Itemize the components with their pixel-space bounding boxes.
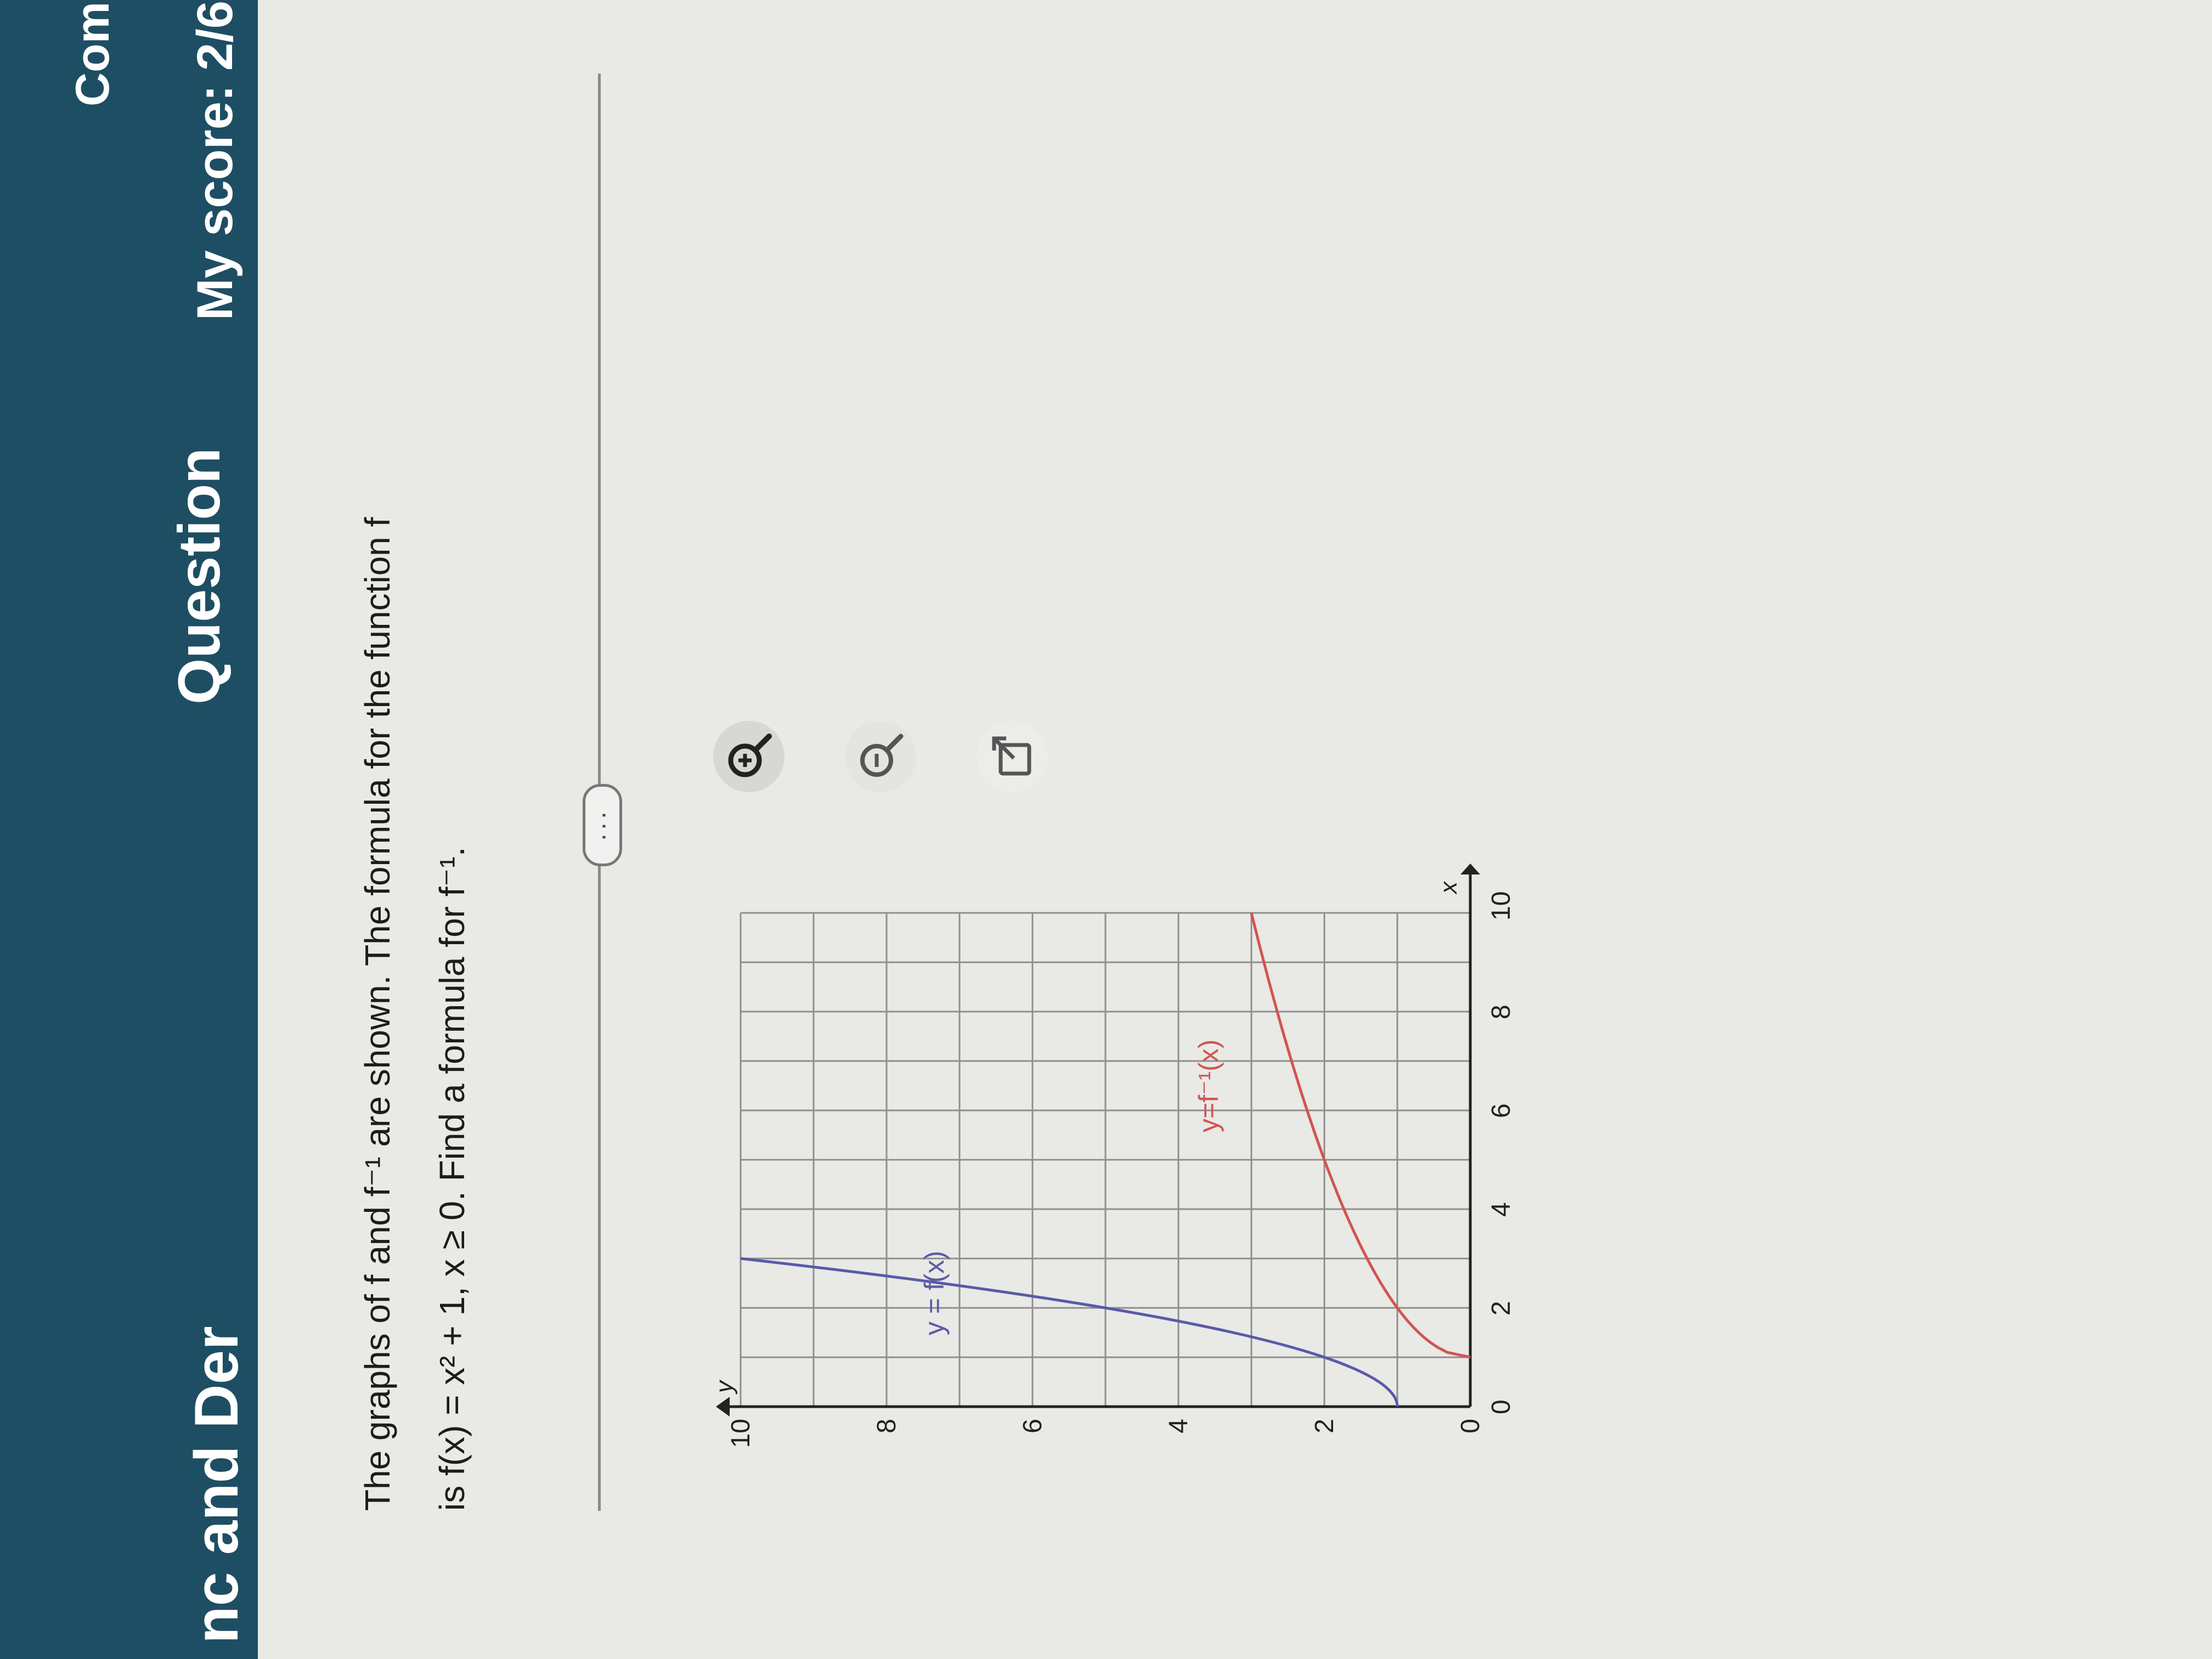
question-label: Question (166, 447, 232, 704)
y-tick-label: 8 (872, 1419, 901, 1434)
zoom-out-icon (860, 733, 904, 777)
score-label: My score: 2/6 (187, 1, 243, 320)
question-line-2: is f(x) = x² + 1, x ≥ 0. Find a formula … (432, 847, 472, 1511)
y-tick-label: 2 (1310, 1419, 1339, 1434)
y-tick-label: 6 (1018, 1419, 1047, 1434)
f-inverse-curve (1250, 912, 1471, 1359)
x-tick-label: 0 (1487, 1400, 1516, 1414)
y-tick-labels: 0 2 4 6 8 10 (726, 1419, 1485, 1448)
comp-label: Com (66, 1, 119, 106)
header-bar: nc and Der Question Com My score: 2/6 (0, 0, 258, 1659)
x-tick-label: 4 (1487, 1202, 1516, 1217)
f-curve-label: y = f(x) (919, 1251, 950, 1335)
f-curve (740, 1257, 1399, 1407)
x-tick-label: 2 (1487, 1301, 1516, 1316)
x-tick-label: 10 (1487, 891, 1516, 921)
zoom-in-button[interactable] (713, 721, 785, 792)
y-tick-label: 0 (1456, 1419, 1485, 1434)
f-inverse-curve-label: y=f⁻¹(x) (1193, 1040, 1224, 1132)
x-tick-label: 6 (1487, 1103, 1516, 1118)
y-axis-label: y (713, 1379, 738, 1395)
x-axis-label: x (1435, 881, 1462, 895)
y-tick-label: 10 (726, 1419, 755, 1448)
popout-button[interactable] (977, 721, 1048, 792)
zoom-out-button[interactable] (845, 721, 916, 792)
grid (740, 912, 1471, 1408)
more-button[interactable]: ··· (583, 784, 622, 866)
x-tick-labels: 0 2 4 6 8 10 (1487, 891, 1516, 1414)
zoom-in-icon (728, 733, 772, 777)
x-axis-arrow (1460, 864, 1480, 874)
axes (716, 864, 1480, 1417)
y-axis-arrow (716, 1397, 730, 1417)
function-graph: 0 2 4 6 8 10 0 2 4 6 8 10 x y y = f(x) y=f⁻¹(x) (713, 864, 1516, 1448)
question-line-1: The graphs of f and f⁻¹ are shown. The f… (358, 517, 397, 1511)
assignment-title: nc and Der (182, 1326, 251, 1644)
popout-icon (992, 736, 1031, 776)
y-tick-label: 4 (1164, 1419, 1193, 1434)
screen: nc and Der Question Com My score: 2/6 Th… (0, 0, 2212, 1659)
question-text: The graphs of f and f⁻¹ are shown. The f… (340, 271, 489, 1511)
x-tick-label: 8 (1487, 1005, 1516, 1019)
